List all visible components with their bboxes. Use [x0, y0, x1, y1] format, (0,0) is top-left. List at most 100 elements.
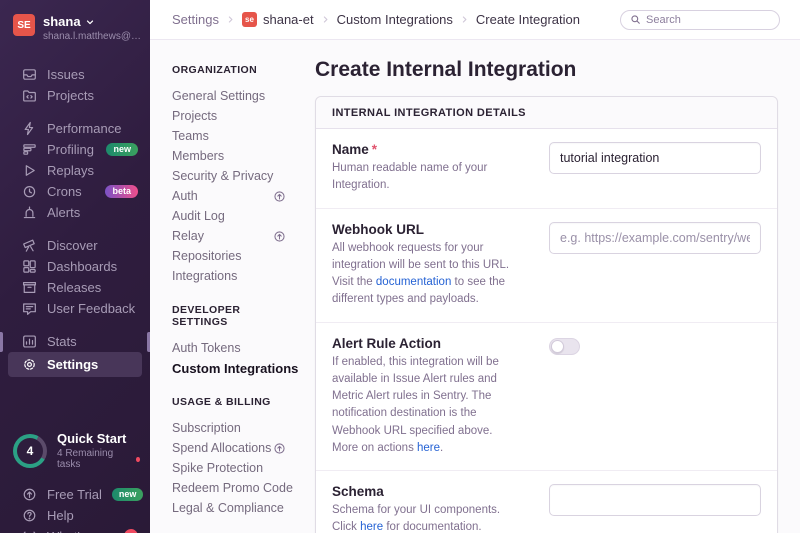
sidebar-item-replays[interactable]: Replays	[0, 160, 150, 181]
active-nav-indicator-left	[0, 332, 3, 352]
topbar: Settings se shana-et Custom Integrations…	[150, 0, 800, 40]
profiling-icon	[22, 142, 37, 157]
sidebar-item-user-feedback[interactable]: User Feedback	[0, 298, 150, 319]
sidebar-item-label: Replays	[47, 163, 94, 178]
user-feedback-icon	[22, 301, 37, 316]
settings-nav-redeem-promo-code[interactable]: Redeem Promo Code	[172, 478, 286, 498]
page-title: Create Internal Integration	[315, 58, 778, 82]
new-badge: new	[112, 488, 144, 501]
settings-nav-subscription[interactable]: Subscription	[172, 418, 286, 438]
settings-nav-label: Auth	[172, 189, 198, 203]
sidebar-item-label: Releases	[47, 280, 101, 295]
documentation-link[interactable]: documentation	[376, 276, 451, 288]
discover-icon	[22, 238, 37, 253]
settings-section-title: USAGE & BILLING	[172, 396, 286, 408]
help-icon	[22, 508, 37, 523]
sidebar-item-performance[interactable]: Performance	[0, 118, 150, 139]
alert-rule-action-help: If enabled, this integration will be ava…	[332, 354, 519, 458]
broadcast-icon	[22, 529, 37, 533]
sidebar-item-label: Projects	[47, 88, 94, 103]
settings-section-title: ORGANIZATION	[172, 64, 286, 76]
settings-nav-members[interactable]: Members	[172, 146, 286, 166]
settings-nav-projects[interactable]: Projects	[172, 106, 286, 126]
breadcrumb-settings[interactable]: Settings	[172, 12, 219, 27]
power-feature-icon	[273, 442, 286, 455]
settings-nav-spend-allocations[interactable]: Spend Allocations	[172, 438, 286, 458]
sidebar-item-projects[interactable]: Projects	[0, 85, 150, 106]
main-content: Create Internal Integration INTERNAL INT…	[300, 40, 800, 533]
quick-start-count: 4	[13, 434, 47, 468]
settings-nav-integrations[interactable]: Integrations	[172, 266, 286, 286]
settings-nav-auth[interactable]: Auth	[172, 186, 286, 206]
issues-icon	[22, 67, 37, 82]
chevron-down-icon	[85, 17, 95, 27]
field-row-webhook-url: Webhook URL All webhook requests for you…	[316, 208, 777, 322]
breadcrumb: Settings se shana-et Custom Integrations…	[172, 12, 580, 27]
name-help: Human readable name of your Integration.	[332, 160, 519, 195]
projects-icon	[22, 88, 37, 103]
power-feature-icon	[273, 190, 286, 203]
notification-dot	[136, 457, 140, 462]
sidebar-item-discover[interactable]: Discover	[0, 235, 150, 256]
nav-group-monitoring: Performance Profiling new Replays Crons …	[0, 118, 150, 223]
sidebar-item-label: User Feedback	[47, 301, 135, 316]
org-avatar: SE	[13, 14, 35, 36]
settings-nav-relay[interactable]: Relay	[172, 226, 286, 246]
sidebar-item-label: Stats	[47, 334, 77, 349]
settings-nav-teams[interactable]: Teams	[172, 126, 286, 146]
settings-nav-custom-integrations[interactable]: Custom Integrations	[172, 358, 286, 378]
settings-nav-auth-tokens[interactable]: Auth Tokens	[172, 338, 286, 358]
here-link[interactable]: here	[360, 521, 383, 533]
breadcrumb-org-label: shana-et	[263, 12, 314, 27]
new-badge: new	[106, 143, 138, 156]
sidebar-item-free-trial[interactable]: Free Trial new	[0, 484, 150, 505]
chevron-right-icon	[460, 15, 469, 24]
settings-nav-security-privacy[interactable]: Security & Privacy	[172, 166, 286, 186]
breadcrumb-create-integration[interactable]: Create Integration	[476, 12, 580, 27]
here-link[interactable]: here	[417, 442, 440, 454]
settings-nav-label: Relay	[172, 229, 204, 243]
settings-nav-legal-compliance[interactable]: Legal & Compliance	[172, 498, 286, 518]
sidebar-item-profiling[interactable]: Profiling new	[0, 139, 150, 160]
sidebar-item-label: What's new	[47, 529, 114, 533]
breadcrumb-custom-integrations[interactable]: Custom Integrations	[337, 12, 453, 27]
breadcrumb-org[interactable]: se shana-et	[242, 12, 314, 27]
search-box	[620, 10, 780, 30]
webhook-url-input[interactable]	[549, 222, 761, 254]
nav-group-admin: Stats Settings	[0, 331, 150, 377]
webhook-url-help: All webhook requests for your integratio…	[332, 240, 519, 309]
sidebar-item-label: Alerts	[47, 205, 80, 220]
settings-nav-audit-log[interactable]: Audit Log	[172, 206, 286, 226]
sidebar-item-alerts[interactable]: Alerts	[0, 202, 150, 223]
sidebar-item-crons[interactable]: Crons beta	[0, 181, 150, 202]
sidebar-item-help[interactable]: Help	[0, 505, 150, 526]
toggle-knob	[551, 340, 564, 353]
settings-nav-spike-protection[interactable]: Spike Protection	[172, 458, 286, 478]
dashboards-icon	[22, 259, 37, 274]
user-email: shana.l.matthews@…	[43, 31, 140, 42]
org-user-menu[interactable]: SE shana shana.l.matthews@…	[0, 0, 150, 52]
quick-start-panel[interactable]: 4 Quick Start 4 Remaining tasks	[13, 431, 140, 470]
alert-rule-action-toggle[interactable]	[549, 338, 580, 355]
performance-icon	[22, 121, 37, 136]
quick-start-progress-ring: 4	[13, 434, 47, 468]
alerts-icon	[22, 205, 37, 220]
sidebar-item-settings[interactable]: Settings	[8, 352, 142, 377]
primary-sidebar: SE shana shana.l.matthews@… Issues Proje…	[0, 0, 150, 533]
sidebar-item-label: Performance	[47, 121, 121, 136]
sidebar-item-dashboards[interactable]: Dashboards	[0, 256, 150, 277]
schema-input[interactable]	[549, 484, 761, 516]
integration-details-panel: INTERNAL INTEGRATION DETAILS Name* Human…	[315, 96, 778, 533]
name-input[interactable]	[549, 142, 761, 174]
sidebar-item-label: Dashboards	[47, 259, 117, 274]
panel-header: INTERNAL INTEGRATION DETAILS	[316, 97, 777, 129]
quick-start-title: Quick Start	[57, 431, 140, 446]
settings-nav-repositories[interactable]: Repositories	[172, 246, 286, 266]
settings-nav-general-settings[interactable]: General Settings	[172, 86, 286, 106]
sidebar-item-whats-new[interactable]: What's new 1	[0, 526, 150, 533]
sidebar-item-stats[interactable]: Stats	[0, 331, 150, 352]
sidebar-item-issues[interactable]: Issues	[0, 64, 150, 85]
app-window: SE shana shana.l.matthews@… Issues Proje…	[0, 0, 800, 533]
sidebar-item-releases[interactable]: Releases	[0, 277, 150, 298]
search-input[interactable]	[646, 14, 770, 26]
